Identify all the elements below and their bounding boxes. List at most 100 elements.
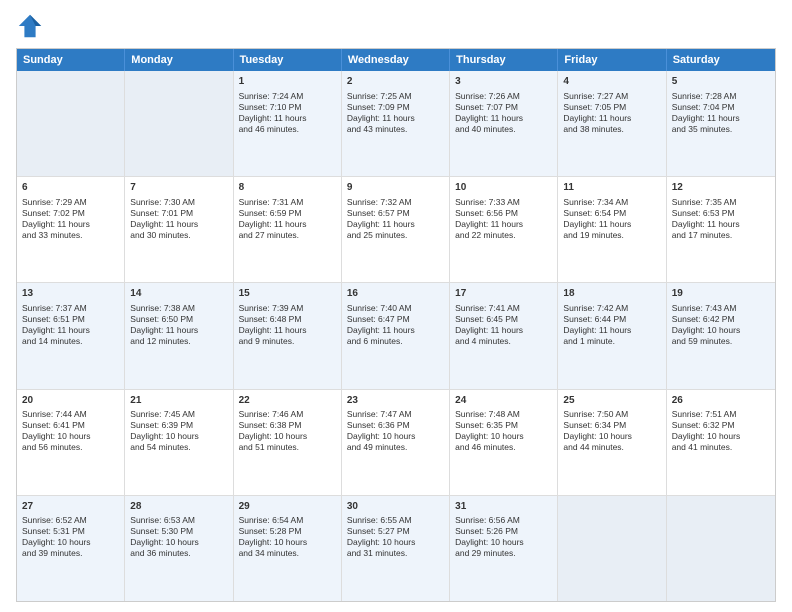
cell-text: Sunrise: 7:40 AM Sunset: 6:47 PM Dayligh… [347,303,444,347]
calendar-cell: 25Sunrise: 7:50 AM Sunset: 6:34 PM Dayli… [558,390,666,495]
day-number: 17 [455,287,552,301]
day-number: 7 [130,181,227,195]
cell-text: Sunrise: 7:47 AM Sunset: 6:36 PM Dayligh… [347,409,444,453]
calendar-cell: 9 Sunrise: 7:32 AM Sunset: 6:57 PM Daylig… [342,177,450,282]
cell-text: Sunrise: 7:32 AM Sunset: 6:57 PM Dayligh… [347,197,444,241]
calendar-cell [17,71,125,176]
day-number: 30 [347,500,444,514]
calendar-cell: 7 Sunrise: 7:30 AM Sunset: 7:01 PM Daylig… [125,177,233,282]
calendar-cell: 8 Sunrise: 7:31 AM Sunset: 6:59 PM Daylig… [234,177,342,282]
day-number: 5 [672,75,770,89]
calendar-cell [667,496,775,601]
calendar-cell: 23Sunrise: 7:47 AM Sunset: 6:36 PM Dayli… [342,390,450,495]
calendar-row: 1 Sunrise: 7:24 AM Sunset: 7:10 PM Daylig… [17,71,775,177]
cell-text: Sunrise: 7:48 AM Sunset: 6:35 PM Dayligh… [455,409,552,453]
calendar-header-cell: Saturday [667,49,775,71]
cell-text: Sunrise: 7:42 AM Sunset: 6:44 PM Dayligh… [563,303,660,347]
day-number: 31 [455,500,552,514]
calendar-cell: 21Sunrise: 7:45 AM Sunset: 6:39 PM Dayli… [125,390,233,495]
calendar-body: 1 Sunrise: 7:24 AM Sunset: 7:10 PM Daylig… [17,71,775,601]
calendar-cell: 16 Sunrise: 7:40 AM Sunset: 6:47 PM Dayli… [342,283,450,388]
day-number: 16 [347,287,444,301]
cell-text: Sunrise: 7:46 AM Sunset: 6:38 PM Dayligh… [239,409,336,453]
day-number: 23 [347,394,444,408]
calendar-header-cell: Friday [558,49,666,71]
calendar-header-cell: Wednesday [342,49,450,71]
day-number: 12 [672,181,770,195]
calendar-header-row: SundayMondayTuesdayWednesdayThursdayFrid… [17,49,775,71]
calendar-cell: 5 Sunrise: 7:28 AM Sunset: 7:04 PM Daylig… [667,71,775,176]
day-number: 13 [22,287,119,301]
calendar-header-cell: Thursday [450,49,558,71]
cell-text: Sunrise: 7:35 AM Sunset: 6:53 PM Dayligh… [672,197,770,241]
day-number: 10 [455,181,552,195]
calendar-cell: 2Sunrise: 7:25 AM Sunset: 7:09 PM Daylig… [342,71,450,176]
cell-text: Sunrise: 6:55 AM Sunset: 5:27 PM Dayligh… [347,515,444,559]
day-number: 29 [239,500,336,514]
cell-text: Sunrise: 7:41 AM Sunset: 6:45 PM Dayligh… [455,303,552,347]
logo-icon [16,12,44,40]
calendar-cell: 20Sunrise: 7:44 AM Sunset: 6:41 PM Dayli… [17,390,125,495]
calendar-row: 27Sunrise: 6:52 AM Sunset: 5:31 PM Dayli… [17,496,775,601]
calendar-cell: 12 Sunrise: 7:35 AM Sunset: 6:53 PM Dayli… [667,177,775,282]
cell-text: Sunrise: 6:53 AM Sunset: 5:30 PM Dayligh… [130,515,227,559]
day-number: 25 [563,394,660,408]
cell-text: Sunrise: 7:26 AM Sunset: 7:07 PM Dayligh… [455,91,552,135]
calendar-cell: 13 Sunrise: 7:37 AM Sunset: 6:51 PM Dayli… [17,283,125,388]
calendar-header-cell: Monday [125,49,233,71]
calendar-cell: 14 Sunrise: 7:38 AM Sunset: 6:50 PM Dayli… [125,283,233,388]
day-number: 18 [563,287,660,301]
cell-text: Sunrise: 6:56 AM Sunset: 5:26 PM Dayligh… [455,515,552,559]
calendar-cell: 10Sunrise: 7:33 AM Sunset: 6:56 PM Dayli… [450,177,558,282]
cell-text: Sunrise: 7:37 AM Sunset: 6:51 PM Dayligh… [22,303,119,347]
calendar-cell: 11 Sunrise: 7:34 AM Sunset: 6:54 PM Dayli… [558,177,666,282]
day-number: 14 [130,287,227,301]
calendar-cell: 26Sunrise: 7:51 AM Sunset: 6:32 PM Dayli… [667,390,775,495]
day-number: 4 [563,75,660,89]
calendar-cell: 22Sunrise: 7:46 AM Sunset: 6:38 PM Dayli… [234,390,342,495]
cell-text: Sunrise: 7:34 AM Sunset: 6:54 PM Dayligh… [563,197,660,241]
cell-text: Sunrise: 7:38 AM Sunset: 6:50 PM Dayligh… [130,303,227,347]
calendar-row: 20Sunrise: 7:44 AM Sunset: 6:41 PM Dayli… [17,390,775,496]
cell-text: Sunrise: 7:43 AM Sunset: 6:42 PM Dayligh… [672,303,770,347]
day-number: 3 [455,75,552,89]
day-number: 19 [672,287,770,301]
cell-text: Sunrise: 7:29 AM Sunset: 7:02 PM Dayligh… [22,197,119,241]
day-number: 26 [672,394,770,408]
calendar-header-cell: Sunday [17,49,125,71]
cell-text: Sunrise: 6:52 AM Sunset: 5:31 PM Dayligh… [22,515,119,559]
cell-text: Sunrise: 7:25 AM Sunset: 7:09 PM Dayligh… [347,91,444,135]
calendar-cell: 6 Sunrise: 7:29 AM Sunset: 7:02 PM Daylig… [17,177,125,282]
calendar-cell [558,496,666,601]
day-number: 24 [455,394,552,408]
calendar-cell: 17 Sunrise: 7:41 AM Sunset: 6:45 PM Dayli… [450,283,558,388]
day-number: 21 [130,394,227,408]
day-number: 1 [239,75,336,89]
cell-text: Sunrise: 7:27 AM Sunset: 7:05 PM Dayligh… [563,91,660,135]
cell-text: Sunrise: 7:44 AM Sunset: 6:41 PM Dayligh… [22,409,119,453]
cell-text: Sunrise: 7:31 AM Sunset: 6:59 PM Dayligh… [239,197,336,241]
calendar-cell: 24Sunrise: 7:48 AM Sunset: 6:35 PM Dayli… [450,390,558,495]
calendar-cell: 3 Sunrise: 7:26 AM Sunset: 7:07 PM Daylig… [450,71,558,176]
calendar: SundayMondayTuesdayWednesdayThursdayFrid… [16,48,776,602]
cell-text: Sunrise: 7:30 AM Sunset: 7:01 PM Dayligh… [130,197,227,241]
day-number: 6 [22,181,119,195]
calendar-cell: 29Sunrise: 6:54 AM Sunset: 5:28 PM Dayli… [234,496,342,601]
calendar-cell: 30Sunrise: 6:55 AM Sunset: 5:27 PM Dayli… [342,496,450,601]
day-number: 8 [239,181,336,195]
day-number: 9 [347,181,444,195]
cell-text: Sunrise: 6:54 AM Sunset: 5:28 PM Dayligh… [239,515,336,559]
calendar-row: 6 Sunrise: 7:29 AM Sunset: 7:02 PM Daylig… [17,177,775,283]
calendar-cell: 28Sunrise: 6:53 AM Sunset: 5:30 PM Dayli… [125,496,233,601]
calendar-cell: 15Sunrise: 7:39 AM Sunset: 6:48 PM Dayli… [234,283,342,388]
page: SundayMondayTuesdayWednesdayThursdayFrid… [0,0,792,612]
cell-text: Sunrise: 7:50 AM Sunset: 6:34 PM Dayligh… [563,409,660,453]
day-number: 15 [239,287,336,301]
calendar-cell [125,71,233,176]
calendar-header-cell: Tuesday [234,49,342,71]
cell-text: Sunrise: 7:24 AM Sunset: 7:10 PM Dayligh… [239,91,336,135]
day-number: 28 [130,500,227,514]
cell-text: Sunrise: 7:28 AM Sunset: 7:04 PM Dayligh… [672,91,770,135]
day-number: 11 [563,181,660,195]
calendar-cell: 4 Sunrise: 7:27 AM Sunset: 7:05 PM Daylig… [558,71,666,176]
